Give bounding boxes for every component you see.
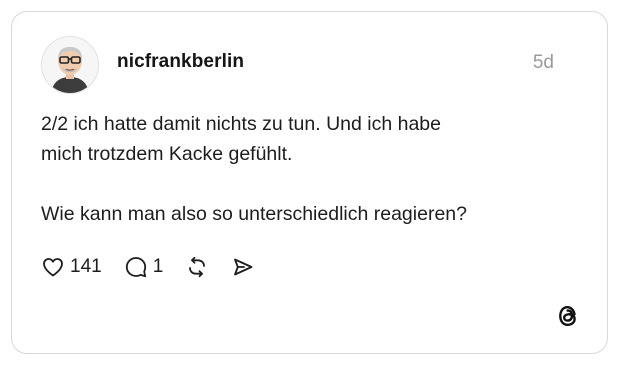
threads-logo-icon bbox=[559, 305, 576, 327]
heart-icon bbox=[43, 258, 63, 277]
repost-button[interactable] bbox=[185, 255, 209, 279]
like-button[interactable]: 141 bbox=[41, 255, 102, 279]
post-text-line: mich trotzdem Kacke gefühlt. bbox=[41, 143, 293, 165]
post-text-line: Wie kann man also so unterschiedlich rea… bbox=[41, 203, 467, 225]
avatar[interactable] bbox=[41, 36, 99, 94]
post-text: 2/2 ich hatte damit nichts zu tun. Und i… bbox=[41, 109, 581, 229]
post-card: nicfrankberlin 5d 2/2 ich hatte damit ni… bbox=[11, 11, 608, 354]
post-timestamp: 5d bbox=[532, 52, 554, 73]
reply-button[interactable]: 1 bbox=[124, 255, 164, 279]
threads-logo bbox=[555, 302, 581, 330]
username[interactable]: nicfrankberlin bbox=[117, 51, 244, 73]
avatar-illustration bbox=[42, 37, 98, 93]
reply-count: 1 bbox=[152, 256, 164, 277]
send-icon bbox=[234, 258, 253, 276]
repost-icon bbox=[189, 256, 206, 278]
comment-icon bbox=[125, 257, 146, 278]
post-text-line: 2/2 ich hatte damit nichts zu tun. Und i… bbox=[41, 113, 441, 135]
like-count: 141 bbox=[70, 256, 102, 277]
share-button[interactable] bbox=[231, 255, 255, 279]
action-bar: 141 1 bbox=[41, 252, 277, 282]
